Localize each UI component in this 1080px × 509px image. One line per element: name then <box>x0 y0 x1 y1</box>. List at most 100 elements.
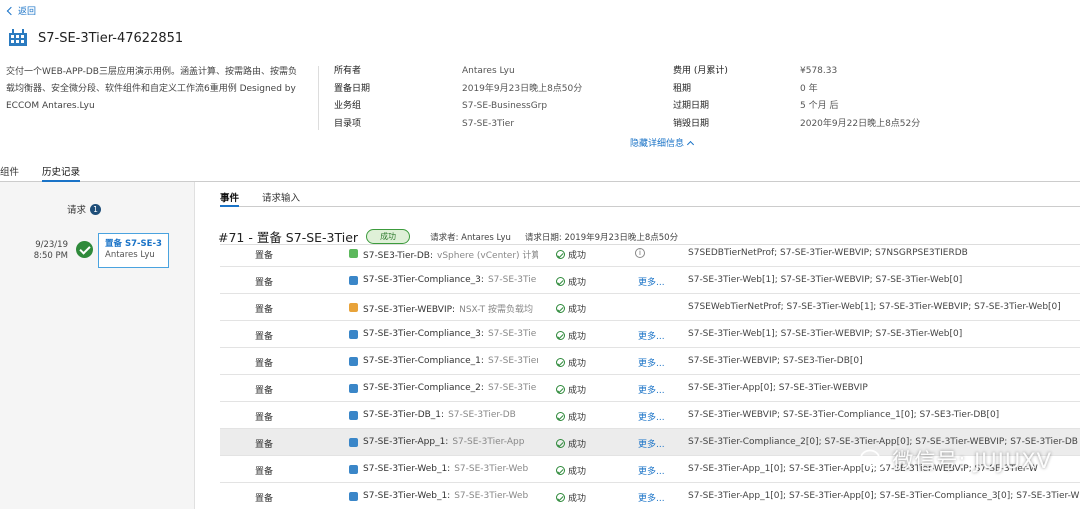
success-icon <box>556 412 565 421</box>
component-name: S7-SE-3Tier-WEBVIP: <box>363 305 456 315</box>
component-type: S7-SE-3Tier-Web <box>454 491 529 501</box>
request-header: 请求 1 <box>67 202 102 216</box>
status-text: 成功 <box>568 332 587 342</box>
row-action: 置备 <box>255 440 274 450</box>
deployment-description: 交付一个WEB-APP-DB三层应用演示用例。涵盖计算、按需路由、按需负载均衡器… <box>6 67 297 111</box>
row-status: 成功 <box>556 464 586 477</box>
more-link[interactable]: 更多... <box>638 356 665 369</box>
wechat-watermark: 微信号: JUJUXV <box>860 445 1052 475</box>
table-row[interactable]: 置备 S7-SE-3Tier-Compliance_3: S7-SE-3Tie 成功 更… <box>220 267 1080 294</box>
wechat-icon <box>860 449 886 470</box>
more-link[interactable]: 更多... <box>638 383 665 396</box>
component-name: S7-SE-3Tier-Web_1: <box>363 464 451 474</box>
details-labels-col2: 费用 (月累计) 租期 过期日期 销毁日期 <box>673 63 728 133</box>
row-action: 置备 <box>255 494 274 504</box>
tab-events[interactable]: 事件 <box>220 190 240 207</box>
more-link[interactable]: 更多... <box>638 410 665 423</box>
destroy-date-label: 销毁日期 <box>673 118 710 129</box>
row-status: 成功 <box>556 248 586 261</box>
row-component: S7-SE-3Tier-Compliance_3: S7-SE-3Tie <box>363 329 538 339</box>
more-link[interactable]: 更多... <box>638 329 665 342</box>
lease-label: 租期 <box>673 83 692 94</box>
tab-request-input[interactable]: 请求输入 <box>262 190 300 207</box>
component-type: S7-SE-3Tier-App <box>452 437 525 447</box>
expiry-value: 5 个月 后 <box>800 101 839 111</box>
table-row[interactable]: 置备 S7-SE-3Tier-Compliance_2: S7-SE-3Tie 成功 更… <box>220 375 1080 402</box>
request-card[interactable]: 置备 S7-SE-3... Antares Lyu <box>98 233 169 268</box>
expiry-label: 过期日期 <box>673 101 710 111</box>
component-type: S7-SE-3Tier-Web <box>454 464 529 474</box>
back-label: 返回 <box>18 7 37 17</box>
component-type: S7-SE-3Tie <box>487 383 537 393</box>
row-action: 置备 <box>255 467 274 477</box>
back-link[interactable]: 返回 <box>6 4 37 17</box>
row-dependencies: S7SEDBTierNetProf; S7-SE-3Tier-WEBVIP; S… <box>688 248 968 258</box>
hide-details-link[interactable]: 隐藏详细信息 <box>630 136 695 149</box>
tab-components[interactable]: 组件 <box>0 164 19 182</box>
success-icon <box>556 439 565 448</box>
more-link[interactable]: 更多... <box>638 491 665 504</box>
vm-icon <box>349 330 358 339</box>
vm-icon <box>349 276 358 285</box>
component-type: vSphere (vCenter) 计算 <box>437 251 538 261</box>
row-component: S7-SE-3Tier-Web_1: S7-SE-3Tier-Web <box>363 464 538 474</box>
row-component: S7-SE-3Tier-WEBVIP: NSX-T 按需负载均 <box>363 302 538 315</box>
component-name: S7-SE-3Tier-App_1: <box>363 437 449 447</box>
component-type: S7-SE-3Tie <box>487 275 537 285</box>
component-name: S7-SE-3Tier-Compliance_3: <box>363 275 484 285</box>
request-card-title: 置备 S7-SE-3... <box>105 239 162 249</box>
details-labels-col1: 所有者 置备日期 业务组 目录项 <box>334 63 370 133</box>
table-row[interactable]: 置备 S7-SE3-Tier-DB: vSphere (vCenter) 计算 成功 i… <box>220 245 1080 267</box>
cost-value: ¥578.33 <box>800 66 838 76</box>
more-link[interactable]: 更多... <box>638 464 665 477</box>
vm-icon <box>349 465 358 474</box>
table-row[interactable]: 置备 S7-SE-3Tier-DB_1: S7-SE-3Tier-DB 成功 更多...… <box>220 402 1080 429</box>
row-dependencies: S7SEWebTierNetProf; S7-SE-3Tier-Web[1]; … <box>688 302 1061 312</box>
info-icon[interactable]: i <box>635 248 645 258</box>
details-divider <box>318 66 319 130</box>
component-name: S7-SE-3Tier-Web_1: <box>363 491 451 501</box>
provision-date-value: 2019年9月23日晚上8点50分 <box>462 83 583 94</box>
row-component: S7-SE3-Tier-DB: vSphere (vCenter) 计算 <box>363 248 538 261</box>
business-group-label: 业务组 <box>334 101 362 111</box>
success-icon <box>556 358 565 367</box>
row-action: 置备 <box>255 413 274 423</box>
request-time: 8:50 PM <box>33 251 68 261</box>
more-link[interactable]: 更多... <box>638 275 665 288</box>
component-name: S7-SE-3Tier-Compliance_3: <box>363 329 484 339</box>
row-status: 成功 <box>556 383 586 396</box>
request-count-badge: 1 <box>90 203 102 215</box>
provision-date-label: 置备日期 <box>334 83 371 94</box>
load-balancer-icon <box>349 303 358 312</box>
event-request-date: 请求日期: 2019年9月23日晚上8点50分 <box>524 232 679 243</box>
table-row[interactable]: 置备 S7-SE-3Tier-Compliance_3: S7-SE-3Tie 成功 更… <box>220 321 1080 348</box>
status-text: 成功 <box>568 278 587 288</box>
row-dependencies: S7-SE-3Tier-Web[1]; S7-SE-3Tier-WEBVIP; … <box>688 275 963 285</box>
status-text: 成功 <box>568 359 587 369</box>
details-values-col2: ¥578.33 0 年 5 个月 后 2020年9月22日晚上8点52分 <box>800 63 920 133</box>
table-row[interactable]: 置备 S7-SE-3Tier-WEBVIP: NSX-T 按需负载均 成功 S7SEWe… <box>220 294 1080 321</box>
lease-value: 0 年 <box>800 83 818 94</box>
owner-value: Antares Lyu <box>462 66 515 76</box>
row-status: 成功 <box>556 329 586 342</box>
more-link[interactable]: 更多... <box>638 437 665 450</box>
table-row[interactable]: 置备 S7-SE-3Tier-Web_1: S7-SE-3Tier-Web 成功 更多.… <box>220 483 1080 509</box>
table-row[interactable]: 置备 S7-SE-3Tier-Compliance_1: S7-SE-3Tier 成功… <box>220 348 1080 375</box>
deployment-title-row: S7-SE-3Tier-47622851 <box>8 28 183 48</box>
row-dependencies: S7-SE-3Tier-Web[1]; S7-SE-3Tier-WEBVIP; … <box>688 329 963 339</box>
catalog-item-label: 目录项 <box>334 118 362 129</box>
row-action: 置备 <box>255 332 274 342</box>
page-title: S7-SE-3Tier-47622851 <box>38 30 184 46</box>
success-check-icon <box>76 241 93 258</box>
row-status: 成功 <box>556 356 586 369</box>
vm-icon <box>349 438 358 447</box>
request-card-user: Antares Lyu <box>105 250 155 260</box>
vm-icon <box>349 492 358 501</box>
component-type: NSX-T 按需负载均 <box>459 305 534 315</box>
tab-history[interactable]: 历史记录 <box>42 164 81 182</box>
vm-icon <box>349 411 358 420</box>
row-status: 成功 <box>556 437 586 450</box>
component-type: S7-SE-3Tier-DB <box>448 410 516 420</box>
event-requester: 请求者: Antares Lyu <box>430 232 511 243</box>
watermark-text: 微信号: JUJUXV <box>892 449 1052 473</box>
